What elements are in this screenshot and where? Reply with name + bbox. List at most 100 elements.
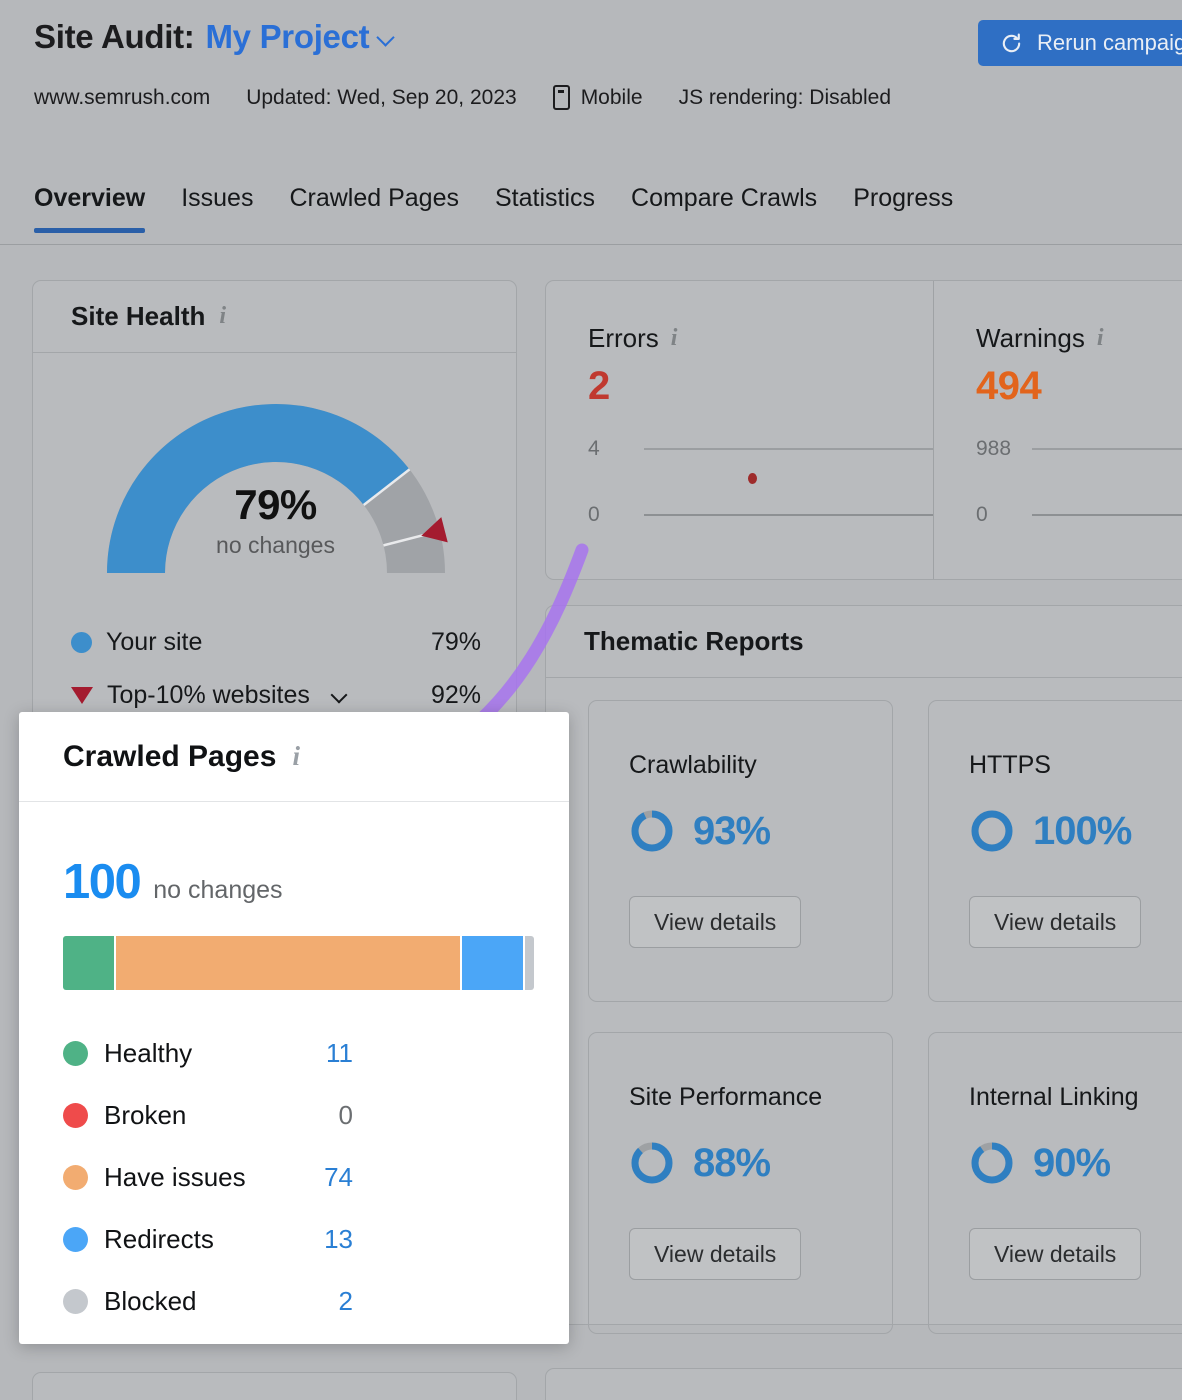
thematic-report-name: HTTPS: [969, 751, 1051, 779]
thematic-report-name: Internal Linking: [969, 1083, 1139, 1111]
axis-tick-label: 4: [588, 437, 600, 460]
legend-category-value: 0: [338, 1099, 353, 1130]
crawled-pages-count: 100: [63, 855, 142, 909]
view-details-button[interactable]: View details: [969, 896, 1142, 948]
campaign-meta: www.semrush.com Updated: Wed, Sep 20, 20…: [34, 85, 891, 110]
legend-category-value[interactable]: 2: [339, 1286, 353, 1317]
legend-color-dot-icon: [63, 1164, 88, 1190]
crawled-pages-count-row: 100 no changes: [63, 854, 525, 910]
tab-label: Issues: [181, 184, 254, 212]
view-details-button[interactable]: View details: [629, 1228, 802, 1280]
thematic-report-tile: HTTPS 100% View details: [928, 700, 1182, 1002]
legend-value: 92%: [430, 681, 481, 709]
errors-warnings-card: Errors i 2 4 0 Warnings i 494 988 0: [545, 280, 1182, 580]
stacked-bar-segment: [524, 936, 534, 990]
bottom-left-partial-card: [32, 1372, 517, 1400]
thematic-report-name: Crawlability: [629, 751, 757, 779]
tab-issues[interactable]: Issues: [181, 180, 253, 233]
metric-sparkline: 40: [588, 437, 933, 527]
legend-color-dot-icon: [63, 1288, 88, 1314]
tab-label: Compare Crawls: [631, 184, 818, 212]
chevron-down-icon[interactable]: [333, 689, 346, 702]
legend-category-label: Healthy: [104, 1037, 193, 1068]
legend-category-label: Have issues: [104, 1161, 246, 1192]
tab-label: Overview: [34, 184, 146, 212]
circle-marker-icon: [71, 632, 92, 653]
thematic-reports-header: Thematic Reports: [546, 606, 1182, 678]
thematic-report-percent: 93%: [693, 808, 771, 853]
crawled-pages-legend-row: Blocked 2: [63, 1270, 353, 1332]
crawled-pages-legend-row: Redirects 13: [63, 1208, 353, 1270]
thematic-report-percent: 88%: [693, 1140, 771, 1185]
legend-category-label: Broken: [104, 1099, 187, 1130]
site-audit-overview-page: Site Audit: My Project www.semrush.com U…: [0, 0, 1182, 1400]
stacked-bar-segment: [116, 936, 461, 990]
legend-label-group: Your site: [71, 628, 431, 657]
tab-statistics[interactable]: Statistics: [495, 180, 595, 233]
view-details-button[interactable]: View details: [629, 896, 802, 948]
refresh-icon: [1002, 32, 1021, 52]
crawled-pages-popup: Crawled Pages i 100 no changes Healthy 11…: [19, 712, 569, 1344]
page-title: Site Audit: My Project: [34, 18, 393, 56]
tab-crawled-pages[interactable]: Crawled Pages: [289, 180, 459, 233]
info-icon[interactable]: i: [219, 303, 226, 330]
legend-value: 79%: [430, 628, 481, 656]
rerun-campaign-button[interactable]: Rerun campaign: [978, 20, 1182, 66]
axis-tick-label: 988: [976, 437, 1012, 460]
crawled-pages-stacked-bar: [63, 936, 534, 990]
tab-label: Statistics: [494, 184, 596, 212]
view-details-button[interactable]: View details: [969, 1228, 1142, 1280]
donut-ring-icon: [631, 1142, 673, 1184]
site-health-legend-row: Your site 79%: [71, 616, 481, 669]
thematic-reports-grid: Crawlability 93% View details HTTPS 100% View…: [588, 700, 1182, 1334]
metric-column-errors: Errors i 2 4 0: [546, 281, 933, 579]
sparkline-axis: 0: [976, 503, 1182, 527]
tab-overview[interactable]: Overview: [34, 180, 146, 233]
triangle-marker-icon: [71, 687, 93, 704]
thematic-report-metric: 90%: [969, 1140, 1182, 1186]
axis-line: [1032, 514, 1182, 516]
axis-line: [644, 514, 933, 516]
meta-device: Mobile: [552, 85, 643, 110]
legend-label: Your site: [106, 628, 203, 656]
metric-sparkline: 988 0: [976, 437, 1182, 527]
project-name-label: My Project: [205, 18, 370, 55]
project-selector[interactable]: My Project: [205, 18, 393, 56]
metric-header: Warnings i: [976, 323, 1182, 354]
crawled-pages-legend-row: Have issues 74: [63, 1146, 353, 1208]
legend-color-dot-icon: [63, 1102, 88, 1128]
legend-label: Top-10% websites: [107, 681, 310, 709]
legend-category-value[interactable]: 13: [324, 1224, 353, 1255]
errors-warnings-split: Errors i 2 4 0 Warnings i 494 988 0: [546, 281, 1182, 579]
metric-label: Errors: [588, 323, 659, 353]
meta-js-rendering: JS rendering: Disabled: [678, 85, 892, 109]
legend-label-group: Top-10% websites: [71, 681, 431, 710]
meta-device-label: Mobile: [580, 85, 643, 109]
site-health-legend: Your site 79% Top-10% websites 92%: [71, 616, 481, 722]
crawled-pages-legend: Healthy 11 Broken 0 Have issues 74 Redirects 13…: [63, 1022, 525, 1332]
legend-category-value[interactable]: 74: [324, 1162, 353, 1193]
metric-value: 494: [976, 364, 1042, 408]
axis-tick-label: 0: [588, 503, 600, 526]
meta-updated: Updated: Wed, Sep 20, 2023: [246, 85, 517, 109]
metric-column-warnings: Warnings i 494 988 0: [933, 281, 1182, 579]
mobile-phone-icon: [552, 85, 570, 110]
info-icon[interactable]: i: [1097, 325, 1104, 352]
tab-label: Crawled Pages: [289, 184, 459, 212]
legend-category-label: Redirects: [104, 1223, 214, 1254]
legend-color-dot-icon: [63, 1040, 88, 1066]
thematic-report-name: Site Performance: [629, 1083, 823, 1111]
axis-line: [644, 448, 933, 450]
tab-compare-crawls[interactable]: Compare Crawls: [631, 180, 817, 233]
info-icon[interactable]: i: [292, 741, 300, 772]
thematic-report-metric: 100%: [969, 808, 1182, 854]
stacked-bar-segment: [462, 936, 523, 990]
legend-category-value[interactable]: 11: [326, 1038, 353, 1069]
donut-ring-icon: [631, 810, 673, 852]
thematic-report-metric: 88%: [629, 1140, 892, 1186]
info-icon[interactable]: i: [671, 325, 678, 352]
page-header: Site Audit: My Project www.semrush.com U…: [0, 0, 1182, 170]
tab-progress[interactable]: Progress: [853, 180, 953, 233]
tab-list: Overview Issues Crawled Pages Statistics Com…: [34, 180, 953, 233]
metric-value: 2: [588, 364, 610, 408]
